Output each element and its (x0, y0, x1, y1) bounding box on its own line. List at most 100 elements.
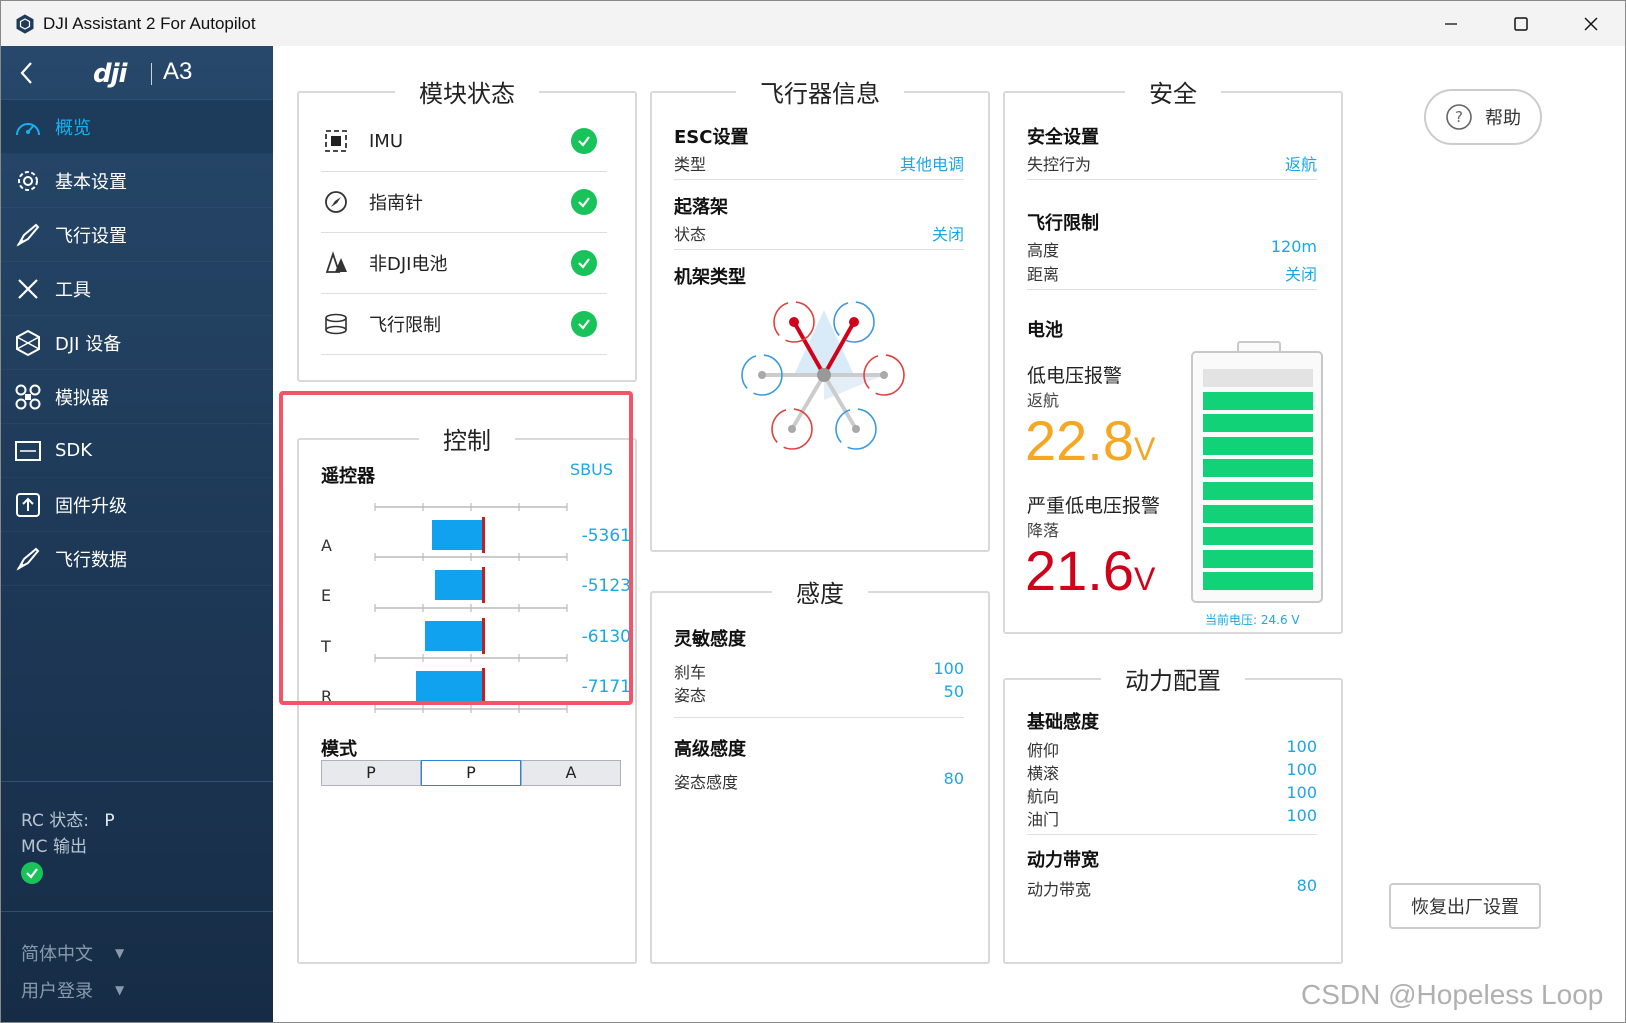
divider (1027, 834, 1317, 835)
yaw-value[interactable]: 100 (1286, 783, 1317, 807)
landing-gear-value[interactable]: 关闭 (932, 221, 964, 245)
power-bandwidth-heading: 动力带宽 (1027, 850, 1099, 871)
dashboard-icon (13, 112, 43, 142)
throttle-row: 油门 100 (1027, 806, 1317, 830)
failsafe-row: 失控行为 返航 (1027, 151, 1317, 175)
sidebar-item-firmware[interactable]: 固件升级 (1, 478, 273, 532)
title-bar: DJI Assistant 2 For Autopilot (1, 1, 1625, 46)
roll-value[interactable]: 100 (1286, 760, 1317, 784)
help-label: 帮助 (1485, 108, 1521, 129)
sidebar-item-label: SDK (55, 440, 93, 461)
rocket-icon (13, 220, 43, 250)
flight-limit-heading: 飞行限制 (1027, 213, 1099, 234)
sidebar-item-simulator[interactable]: 模拟器 (1, 370, 273, 424)
power-bandwidth-value[interactable]: 80 (1297, 876, 1317, 900)
back-arrow-icon[interactable] (15, 59, 39, 87)
user-login-select[interactable]: 用户登录 ▼ (21, 971, 273, 1008)
rc-status-row: RC 状态: P (21, 806, 273, 832)
flight-data-icon (13, 544, 43, 574)
brake-value[interactable]: 100 (933, 659, 964, 683)
ok-check-icon (571, 189, 597, 215)
module-status-title: 模块状态 (395, 80, 539, 108)
mc-output-label: MC 输出 (21, 837, 87, 857)
module-row-battery: 非DJI电池 (321, 233, 607, 294)
height-limit-label: 高度 (1027, 241, 1060, 260)
chevron-down-icon: ▼ (115, 945, 125, 960)
current-voltage: 当前电压: 24.6 V (1205, 613, 1300, 627)
critical-voltage-unit: V (1134, 561, 1156, 597)
attitude-gain-label: 姿态感度 (674, 773, 739, 792)
esc-type-row: 类型 其他电调 (674, 151, 964, 175)
failsafe-value[interactable]: 返航 (1285, 151, 1317, 175)
pitch-row: 俯仰 100 (1027, 737, 1317, 761)
distance-limit-value[interactable]: 关闭 (1285, 261, 1317, 285)
power-config-title: 动力配置 (1101, 667, 1245, 695)
hexacopter-frame-diagram (741, 301, 905, 450)
throttle-value[interactable]: 100 (1286, 806, 1317, 830)
tools-icon (13, 274, 43, 304)
attitude-gain-value[interactable]: 80 (944, 769, 964, 793)
landing-gear-label: 状态 (674, 225, 707, 244)
sidebar-item-label: 基本设置 (55, 171, 127, 193)
sidebar-item-tools[interactable]: 工具 (1, 262, 273, 316)
firmware-icon (13, 490, 43, 520)
sensitivity-title: 感度 (772, 580, 868, 608)
close-button[interactable] (1556, 1, 1625, 46)
sidebar-item-overview[interactable]: 概览 (1, 100, 273, 154)
mode-option-selected[interactable]: P (421, 760, 521, 786)
gear-icon (13, 166, 43, 196)
height-limit-row: 高度 120m (1027, 237, 1317, 261)
maximize-button[interactable] (1486, 1, 1556, 46)
low-voltage-label: 低电压报警 (1027, 365, 1123, 387)
module-label: 指南针 (369, 193, 423, 214)
language-select[interactable]: 简体中文 ▼ (21, 934, 273, 971)
question-icon: ? (1446, 104, 1472, 130)
status-panel: RC 状态: P MC 输出 (1, 781, 273, 884)
mode-heading: 模式 (321, 739, 357, 760)
main-content: 模块状态 IMU 指南针 非DJI电池 飞行限制 控制 遥控器 SBUS A -… (273, 46, 1625, 1022)
ok-check-icon (571, 311, 597, 337)
sensitivity-card: 感度 灵敏感度 刹车 100 姿态 50 高级感度 姿态感度 80 (650, 580, 990, 964)
sidebar-item-label: 模拟器 (55, 387, 109, 409)
rc-status-label: RC 状态: (21, 811, 89, 831)
critical-voltage-number: 21.6 (1025, 539, 1134, 602)
sidebar-item-sdk[interactable]: SDK (1, 424, 273, 478)
attitude-row: 姿态 50 (674, 682, 964, 706)
esc-type-value[interactable]: 其他电调 (900, 151, 964, 175)
battery-cell-filled (1203, 436, 1313, 455)
sidebar: dji A3 概览 基本设置 飞行设置 工具 DJI 设备 模拟器 SDK 固件… (1, 46, 273, 1022)
module-status-card: 模块状态 IMU 指南针 非DJI电池 飞行限制 (297, 80, 637, 382)
attitude-value[interactable]: 50 (944, 682, 964, 706)
help-button[interactable]: ? 帮助 (1424, 89, 1542, 145)
pitch-value[interactable]: 100 (1286, 737, 1317, 761)
aircraft-info-card: 飞行器信息 ESC设置 类型 其他电调 起落架 状态 关闭 机架类型 (650, 80, 990, 552)
sidebar-item-dji-devices[interactable]: DJI 设备 (1, 316, 273, 370)
battery-gauge (1191, 341, 1323, 603)
mode-option[interactable]: A (521, 760, 621, 786)
sidebar-item-label: 工具 (55, 279, 91, 301)
failsafe-label: 失控行为 (1027, 155, 1092, 174)
safety-title: 安全 (1125, 80, 1221, 108)
sidebar-item-flight-settings[interactable]: 飞行设置 (1, 208, 273, 262)
sidebar-item-flight-data[interactable]: 飞行数据 (1, 532, 273, 586)
divider (1027, 179, 1317, 180)
battery-cell-filled (1203, 504, 1313, 523)
safety-card: 安全 安全设置 失控行为 返航 飞行限制 高度 120m 距离 关闭 电池 低电… (1003, 80, 1343, 634)
factory-reset-button[interactable]: 恢复出厂设置 (1389, 883, 1541, 929)
minimize-icon (1445, 22, 1457, 25)
battery-cell-filled (1203, 459, 1313, 478)
divider (1027, 289, 1317, 290)
minimize-button[interactable] (1416, 1, 1486, 46)
critical-voltage-value[interactable]: 21.6V (1025, 538, 1155, 603)
advanced-gain-heading: 高级感度 (674, 739, 746, 760)
sidebar-item-label: 概览 (55, 117, 91, 139)
battery-cell-filled (1203, 414, 1313, 433)
roll-row: 横滚 100 (1027, 760, 1317, 784)
module-label: 非DJI电池 (369, 254, 448, 275)
mode-option[interactable]: P (321, 760, 421, 786)
esc-type-label: 类型 (674, 155, 707, 174)
height-limit-value[interactable]: 120m (1271, 237, 1317, 261)
low-voltage-value[interactable]: 22.8V (1025, 408, 1155, 473)
module-label: IMU (369, 130, 404, 152)
sidebar-item-basic-settings[interactable]: 基本设置 (1, 154, 273, 208)
